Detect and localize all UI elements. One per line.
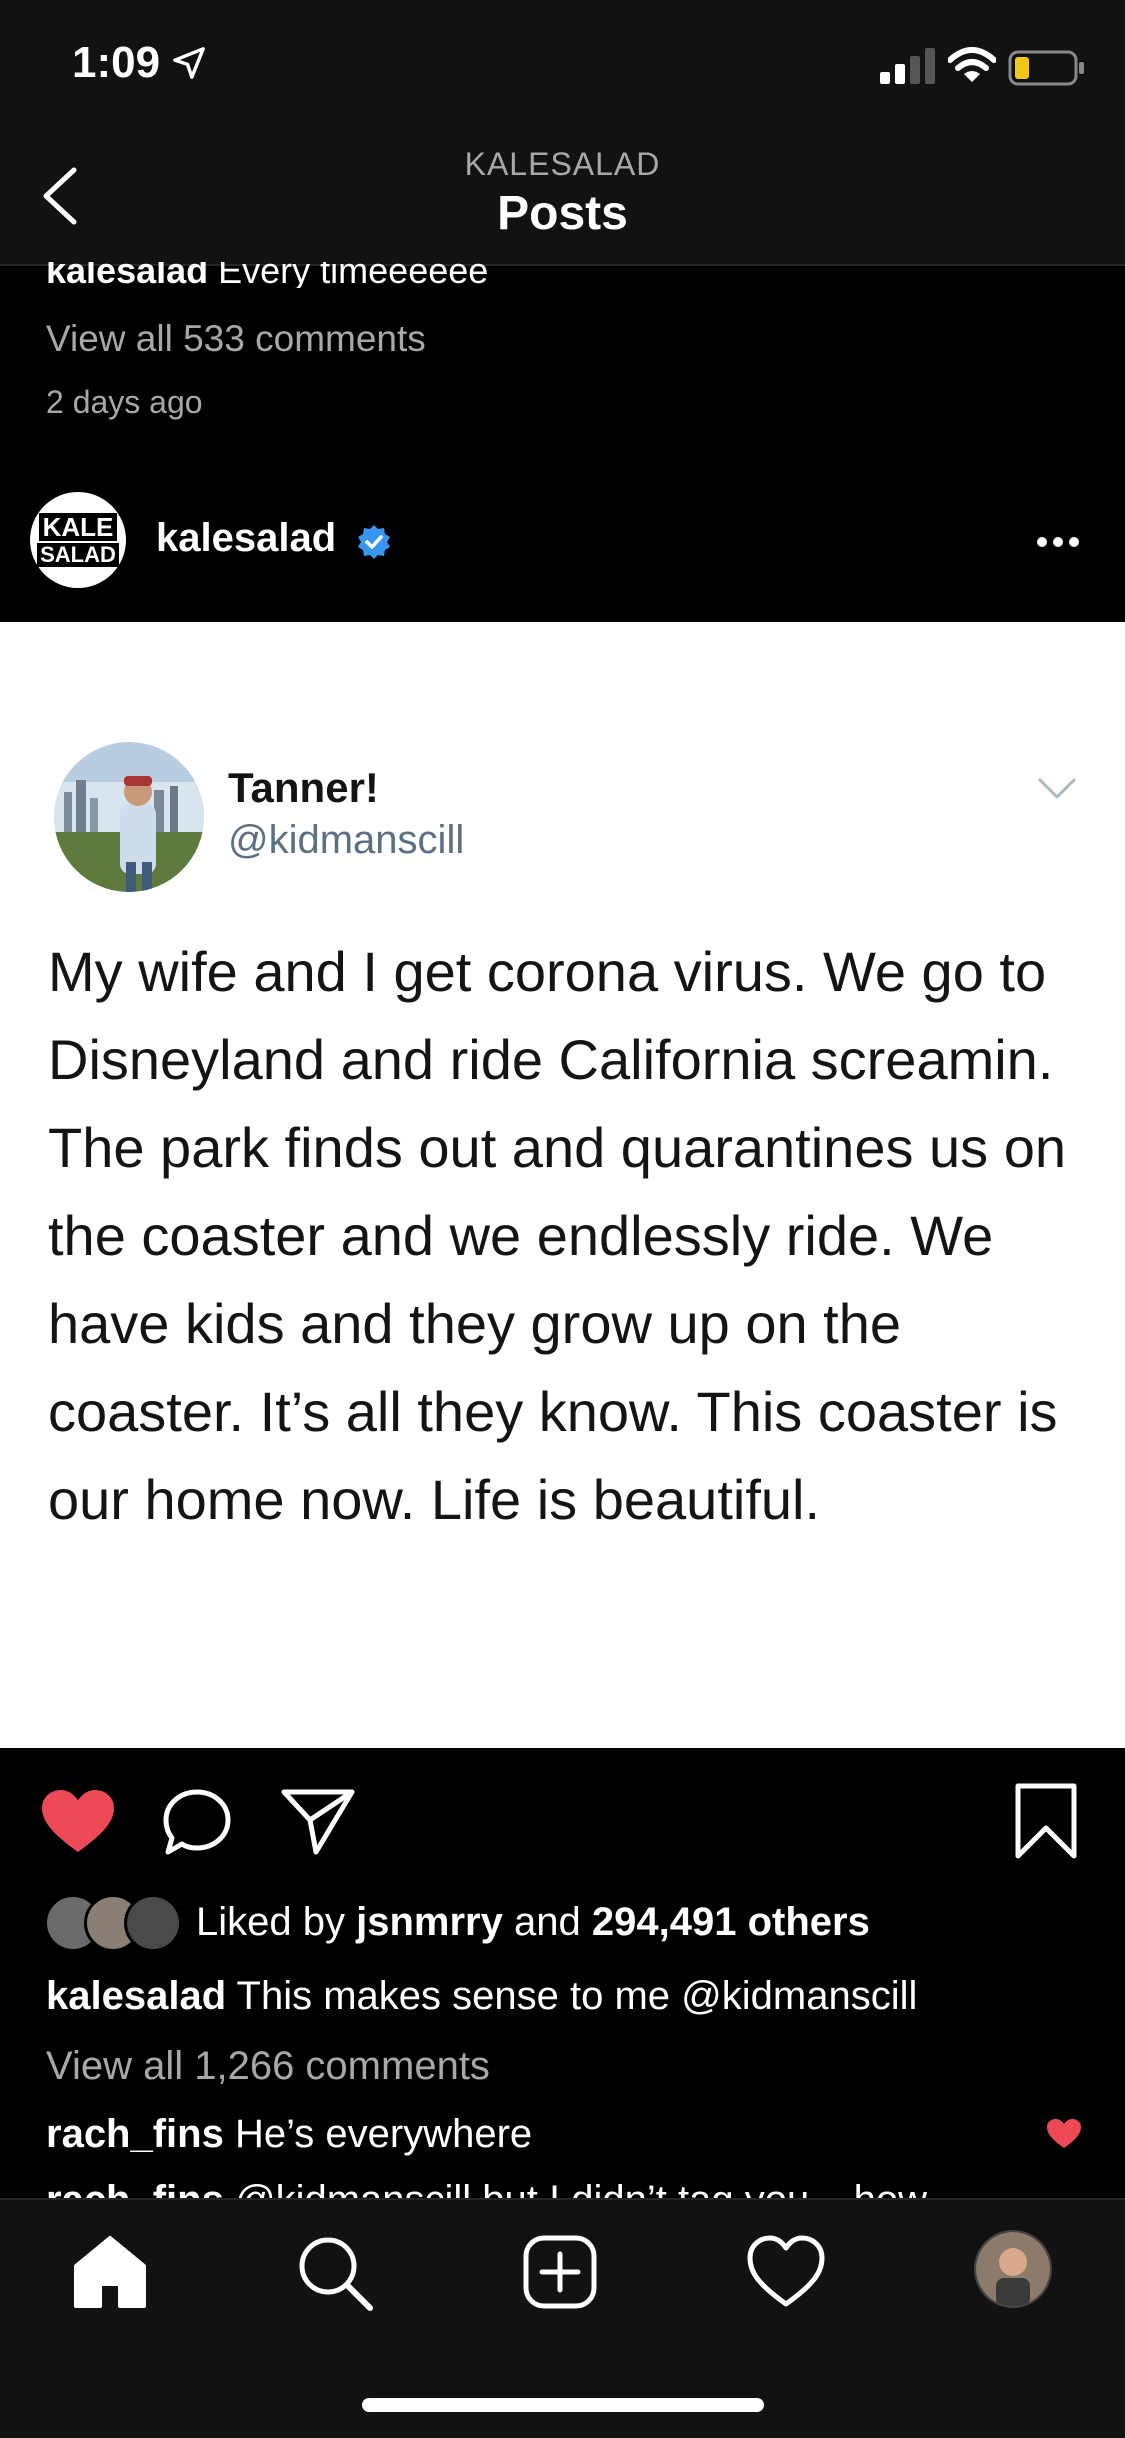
- header-account-name: KALESALAD: [464, 146, 661, 182]
- chevron-down-icon: [1038, 778, 1076, 799]
- wifi-icon: [948, 47, 996, 82]
- comment-text: He’s everywhere: [234, 2112, 533, 2156]
- more-icon[interactable]: [1036, 535, 1080, 549]
- avatar-logo-top: KALE: [38, 513, 118, 541]
- signal-icon: [880, 48, 935, 84]
- tweet-author-name: Tanner!: [228, 764, 379, 811]
- previous-post-view-comments[interactable]: View all 533 comments: [46, 318, 426, 360]
- likes-prefix: Liked by: [196, 1900, 345, 1944]
- comment-icon[interactable]: [160, 1786, 234, 1860]
- caption-text: This makes sense to me @kidmanscill: [236, 1974, 918, 2018]
- comment: rach_fins He’s everywhere: [46, 2112, 532, 2157]
- previous-post-caption-text: Every timeeeeee: [218, 262, 489, 288]
- likes-count[interactable]: 294,491 others: [592, 1900, 870, 1944]
- previous-post-username[interactable]: kalesalad: [46, 262, 208, 288]
- page-title: Posts: [497, 187, 628, 240]
- activity-icon[interactable]: [746, 2232, 826, 2312]
- tweet-avatar: [54, 742, 204, 892]
- likes-summary[interactable]: Liked by jsnmrry and 294,491 others: [196, 1900, 870, 1945]
- previous-post-timestamp: 2 days ago: [46, 384, 203, 420]
- liker-username[interactable]: jsnmrry: [356, 1900, 503, 1944]
- comment-username[interactable]: rach_fins: [46, 2112, 224, 2156]
- verified-icon: [358, 525, 390, 559]
- comment-username[interactable]: rach_fins: [46, 2178, 224, 2200]
- status-time: 1:09: [72, 38, 161, 87]
- heart-icon[interactable]: [40, 1788, 116, 1856]
- home-indicator: [362, 2398, 764, 2412]
- view-all-comments[interactable]: View all 1,266 comments: [46, 2044, 490, 2089]
- search-icon[interactable]: [294, 2232, 374, 2312]
- avatar-logo-bottom: SALAD: [37, 543, 119, 567]
- caption-username[interactable]: kalesalad: [46, 1974, 226, 2018]
- comment: rach_fins @kidmanscill but I didn’t tag …: [46, 2178, 1106, 2200]
- new-post-icon[interactable]: [520, 2232, 600, 2312]
- post-avatar[interactable]: KALE SALAD: [30, 492, 126, 588]
- tweet-author-handle: @kidmanscill: [228, 818, 465, 862]
- profile-avatar[interactable]: [974, 2230, 1052, 2308]
- likes-and: and: [513, 1900, 581, 1944]
- liker-avatar: [124, 1894, 182, 1952]
- post-caption: kalesalad This makes sense to me @kidman…: [46, 1974, 917, 2019]
- battery-icon: [1008, 50, 1084, 86]
- previous-post-caption: kalesalad Every timeeeeee: [46, 262, 488, 288]
- bookmark-icon[interactable]: [1012, 1782, 1080, 1860]
- location-arrow-icon: [173, 47, 205, 79]
- post-username[interactable]: kalesalad: [156, 516, 336, 561]
- comment-like-heart-icon[interactable]: [1046, 2118, 1082, 2150]
- liker-avatars[interactable]: [44, 1894, 184, 1952]
- comment-text: @kidmanscill but I didn’t tag you... how: [234, 2178, 928, 2200]
- home-icon[interactable]: [70, 2232, 150, 2312]
- tweet-text: My wife and I get corona virus. We go to…: [48, 940, 1067, 1531]
- share-icon[interactable]: [280, 1786, 356, 1856]
